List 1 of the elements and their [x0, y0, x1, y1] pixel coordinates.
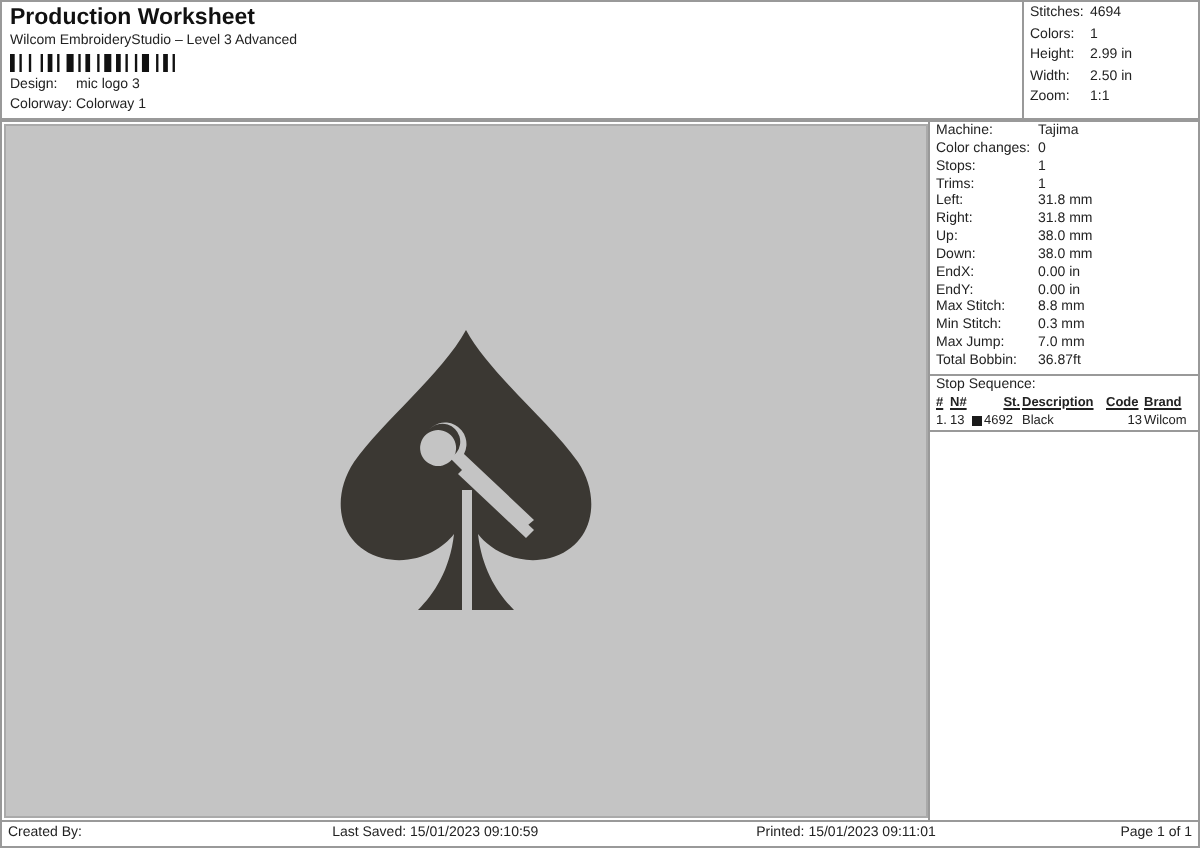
- worksheet-title: Production Worksheet: [10, 6, 257, 32]
